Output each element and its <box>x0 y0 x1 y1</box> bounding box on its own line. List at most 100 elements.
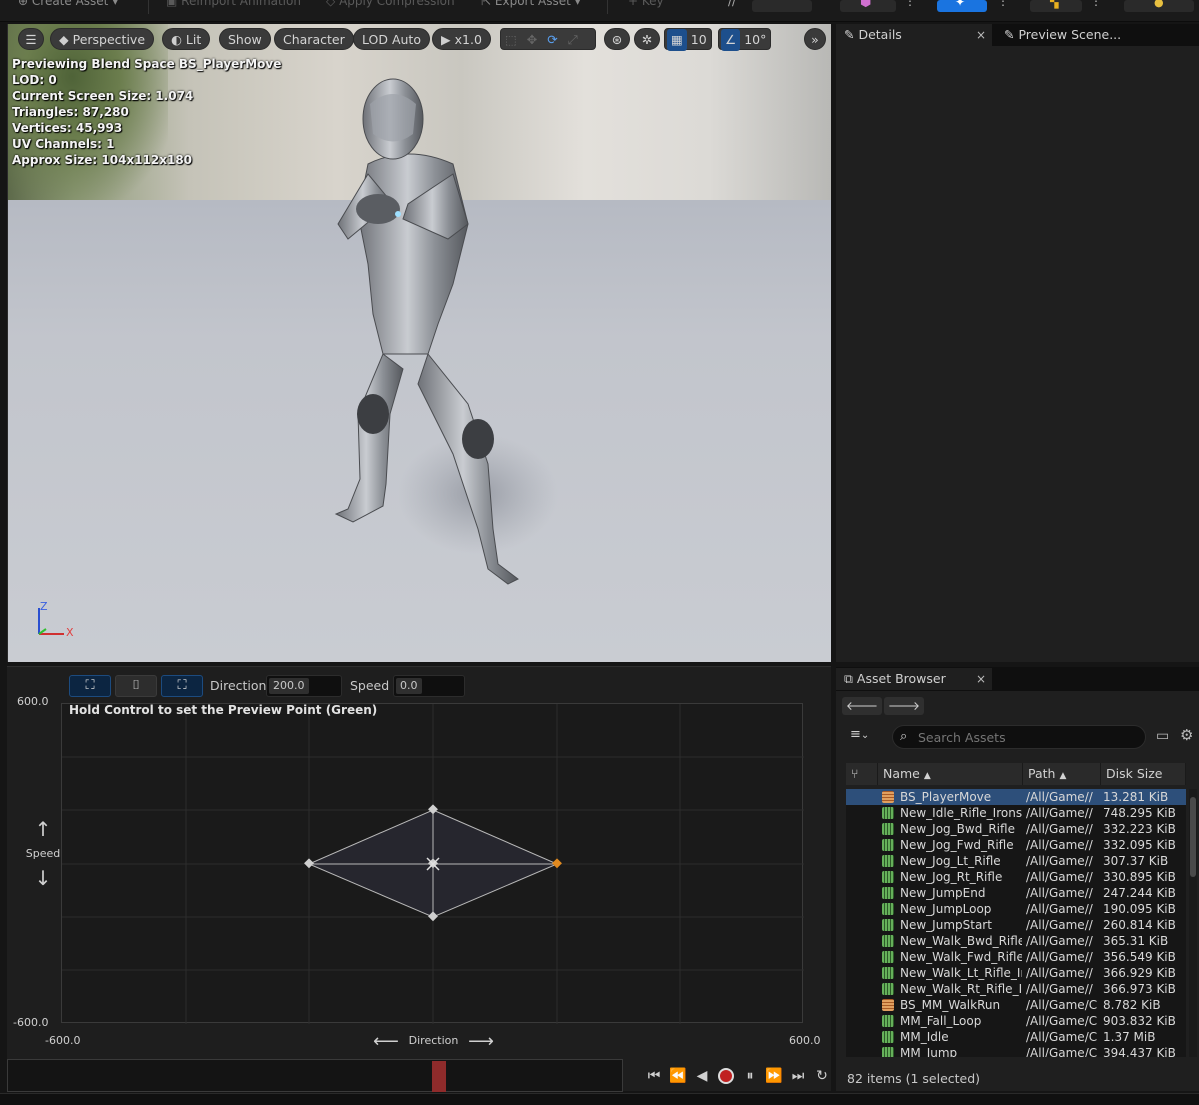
toolbar-divider <box>607 0 608 14</box>
apply-compression-button[interactable]: ◇ Apply Compression <box>326 0 455 12</box>
table-row[interactable]: New_Walk_Rt_Rifle_Ir/All/Game// 366.973 K… <box>846 981 1186 997</box>
scrollbar-thumb[interactable] <box>1190 797 1196 877</box>
column-header-name[interactable]: Name ▲ <box>878 763 1023 785</box>
timeline-scrubber[interactable] <box>7 1059 623 1092</box>
scale-icon[interactable]: ⤢ <box>568 32 578 47</box>
asset-size: 903.832 KiB <box>1103 1014 1176 1028</box>
play-reverse-icon[interactable]: ◀ <box>691 1064 713 1088</box>
table-row[interactable]: New_Jog_Lt_Rifle/All/Game// 307.37 KiB <box>846 853 1186 869</box>
skip-to-end-icon[interactable]: ⏭ <box>787 1064 809 1088</box>
fit-view-button[interactable]: ⛶ <box>161 675 203 697</box>
record-icon <box>718 1068 734 1084</box>
source-control-column[interactable]: ⑂ <box>846 763 878 785</box>
table-row[interactable]: MM_Idle/All/Game/C 1.37 MiB <box>846 1029 1186 1045</box>
sample-point-highlighted[interactable] <box>552 858 562 869</box>
table-row[interactable]: New_Idle_Rifle_Irons/All/Game// 748.295 K… <box>846 805 1186 821</box>
speed-input[interactable]: 0.0 <box>393 675 465 697</box>
label-icon: ⌷ <box>132 678 140 693</box>
asset-path: /All/Game// <box>1026 838 1093 852</box>
table-row[interactable]: New_Jog_Rt_Rifle/All/Game// 330.895 KiB <box>846 869 1186 885</box>
select-icon[interactable]: ⬚ <box>505 32 517 47</box>
show-button[interactable]: Show <box>219 28 271 50</box>
table-row[interactable]: BS_PlayerMove/All/Game// 13.281 KiB <box>846 789 1186 805</box>
blueprint-mode-button[interactable]: ▚ <box>1030 0 1082 12</box>
perspective-button[interactable]: ◆ Perspective <box>50 28 155 50</box>
triangulation-icon: ⛶ <box>85 678 95 693</box>
asset-size: 307.37 KiB <box>1103 854 1169 868</box>
table-row[interactable]: MM_Fall_Loop/All/Game/C 903.832 KiB <box>846 1013 1186 1029</box>
gear-icon[interactable]: ⚙ <box>1180 726 1193 744</box>
more-options-icon[interactable]: ⋮ <box>1090 0 1102 12</box>
playhead[interactable] <box>432 1061 446 1092</box>
viewport-stats: Previewing Blend Space BS_PlayerMove LOD… <box>12 56 281 168</box>
more-options-icon[interactable]: ⋮ <box>904 0 916 12</box>
table-row[interactable]: MM_Jump/All/Game/C 394.437 KiB <box>846 1045 1186 1057</box>
filter-button[interactable]: ≡⌄ <box>850 727 869 742</box>
asset-size: 247.244 KiB <box>1103 886 1176 900</box>
axis-x-label: X <box>66 626 74 639</box>
table-row[interactable]: New_Walk_Bwd_Rifle/All/Game// 365.31 KiB <box>846 933 1186 949</box>
column-name-label: Name <box>883 766 920 781</box>
table-row[interactable]: BS_MM_WalkRun/All/Game/C 8.782 KiB <box>846 997 1186 1013</box>
stat-lod: LOD: 0 <box>12 73 57 87</box>
more-viewport-options-button[interactable]: » <box>804 28 826 50</box>
asset-size: 394.437 KiB <box>1103 1046 1176 1057</box>
show-animation-names-button[interactable]: ⌷ <box>115 675 157 697</box>
key-button[interactable]: + Key <box>628 0 664 12</box>
table-row[interactable]: New_Jog_Fwd_Rifle/All/Game// 332.095 KiB <box>846 837 1186 853</box>
physics-mode-button[interactable]: ● <box>1124 0 1194 12</box>
world-local-button[interactable]: ⊛ <box>604 28 630 50</box>
surface-snap-button[interactable]: ✲ <box>634 28 660 50</box>
grid-snap-button[interactable]: ▦ 10 <box>664 28 712 51</box>
rotation-snap-button[interactable]: ∠ 10° <box>718 28 772 51</box>
back-button[interactable]: 🡐 <box>842 697 882 715</box>
pause-icon[interactable]: ⏸ <box>739 1064 761 1088</box>
step-back-icon[interactable]: ⏪ <box>667 1064 689 1088</box>
animation-asset-icon <box>882 823 894 835</box>
lod-button[interactable]: LOD Auto <box>353 28 430 50</box>
search-input[interactable] <box>892 725 1146 749</box>
skip-to-start-icon[interactable]: ⏮ <box>643 1064 665 1088</box>
tab-asset-browser[interactable]: ⧉ Asset Browser × <box>836 668 992 690</box>
playback-speed-button[interactable]: ▶ x1.0 <box>432 28 491 50</box>
skeleton-mode-button[interactable] <box>752 0 812 12</box>
x-axis-label-group: ⟵ Direction ⟶ <box>373 1031 494 1052</box>
folder-icon[interactable]: ▭ <box>1156 728 1169 744</box>
character-button[interactable]: Character <box>274 28 354 50</box>
step-forward-icon[interactable]: ⏩ <box>763 1064 785 1088</box>
search-icon: ⌕ <box>900 729 908 744</box>
table-row[interactable]: New_JumpLoop/All/Game// 190.095 KiB <box>846 901 1186 917</box>
direction-input[interactable]: 200.0 <box>266 675 342 697</box>
close-icon[interactable]: × <box>976 24 986 46</box>
blend-space-grid[interactable] <box>61 703 804 1024</box>
preview-viewport[interactable]: ☰ ◆ Perspective ◐ Lit Show Character LOD A… <box>7 24 831 662</box>
column-header-disk-size[interactable]: Disk Size <box>1101 763 1186 785</box>
move-icon[interactable]: ✥ <box>527 32 537 47</box>
reimport-animation-button[interactable]: ▣ Reimport Animation <box>166 0 301 12</box>
table-row[interactable]: New_Walk_Fwd_Rifle/All/Game// 356.549 KiB <box>846 949 1186 965</box>
table-row[interactable]: New_JumpStart/All/Game// 260.814 KiB <box>846 917 1186 933</box>
asset-list-scrollbar[interactable] <box>1189 789 1197 1057</box>
table-row[interactable]: New_Jog_Bwd_Rifle/All/Game// 332.223 KiB <box>846 821 1186 837</box>
mesh-mode-button[interactable]: ⬢ <box>840 0 896 12</box>
table-row[interactable]: New_Walk_Lt_Rifle_Ir/All/Game// 366.929 K… <box>846 965 1186 981</box>
asset-path: /All/Game// <box>1026 966 1093 980</box>
x-axis-label: Direction <box>408 1034 459 1047</box>
sample-point[interactable] <box>304 858 314 869</box>
tab-preview-scene[interactable]: ✎ Preview Scene... <box>996 24 1136 46</box>
more-options-icon[interactable]: ⋮ <box>997 0 1009 12</box>
animation-mode-button[interactable]: ✦ <box>937 0 987 12</box>
create-asset-button[interactable]: ⊕ Create Asset ▾ <box>18 0 118 12</box>
table-row[interactable]: New_JumpEnd/All/Game// 247.244 KiB <box>846 885 1186 901</box>
show-triangulation-button[interactable]: ⛶ <box>69 675 111 697</box>
tab-details[interactable]: ✎ Details × <box>836 24 992 46</box>
lit-button[interactable]: ◐ Lit <box>162 28 211 50</box>
column-header-path[interactable]: Path ▲ <box>1023 763 1101 785</box>
record-button[interactable] <box>715 1064 737 1088</box>
export-asset-button[interactable]: ⇱ Export Asset ▾ <box>481 0 581 12</box>
forward-button[interactable]: 🡒 <box>884 697 924 715</box>
loop-icon[interactable]: ↻ <box>811 1064 833 1088</box>
close-icon[interactable]: × <box>976 668 986 690</box>
viewport-menu-button[interactable]: ☰ <box>18 28 44 50</box>
rotate-icon[interactable]: ⟳ <box>547 32 557 47</box>
